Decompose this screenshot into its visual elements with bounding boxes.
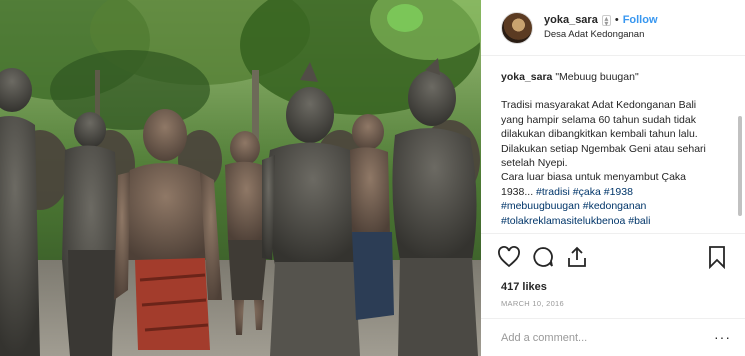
mud-festival-photo (0, 0, 481, 356)
post-date: MARCH 10, 2016 (501, 299, 564, 308)
username-link[interactable]: yoka_sara (544, 14, 598, 28)
comment-button[interactable] (531, 245, 555, 269)
follow-button[interactable]: Follow (623, 14, 658, 28)
likes-count[interactable]: 417 likes (481, 281, 745, 293)
caption-username[interactable]: yoka_sara (501, 71, 552, 83)
post-photo[interactable] (0, 0, 481, 356)
comment-placeholder: Add a comment... (501, 331, 588, 344)
caption-line: Cara luar biasa untuk menyambut Çaka (501, 171, 687, 184)
caption-title: "Mebuug buugan" (555, 71, 639, 83)
post-header-text: yoka_sara ▴ ▾ • Follow Desa Adat Kedongan… (544, 14, 658, 42)
caption-text: 1938... (501, 185, 537, 198)
avatar[interactable] (501, 11, 533, 44)
location-link[interactable]: Desa Adat Kedonganan (544, 29, 658, 41)
caption-title-row: yoka_sara "Mebuug buugan" (501, 70, 735, 84)
caption-line: 1938... #tradisi #çaka #1938 (501, 185, 735, 199)
scrollbar[interactable] (738, 116, 742, 216)
share-icon (568, 246, 586, 267)
caption-line: dilakukan dibangkitkan kembali tahun lal… (501, 128, 698, 141)
bookmark-icon (709, 245, 725, 269)
hashtag-link[interactable]: #mebuugbuugan #kedonganan (501, 199, 735, 213)
post-sidebar: yoka_sara ▴ ▾ • Follow Desa Adat Kedongan… (481, 0, 745, 356)
comment-icon (533, 246, 553, 267)
more-options-icon[interactable]: ··· (714, 330, 731, 344)
like-button[interactable] (497, 245, 521, 269)
comment-input[interactable]: Add a comment... ··· (481, 318, 745, 356)
hashtag-link[interactable]: #tolakreklamasitelukbenoa #bali (501, 214, 735, 228)
save-button[interactable] (705, 245, 729, 269)
hashtag-link[interactable]: #tradisi #çaka #1938 (536, 186, 633, 198)
caption-area: yoka_sara "Mebuug buugan" Tradisi masyar… (481, 56, 745, 233)
caption-line: yang hampir selama 60 tahun sudah tidak (501, 113, 696, 126)
caption-line: Dilakukan setiap Ngembak Geni atau sehar… (501, 142, 706, 155)
switch-icon: ▴ ▾ (601, 15, 611, 28)
separator-dot: • (614, 13, 619, 26)
share-button[interactable] (565, 245, 589, 269)
post-header-row: yoka_sara ▴ ▾ • Follow (544, 14, 658, 28)
caption-line: Tradisi masyarakat Adat Kedonganan Bali (501, 99, 697, 112)
post-header: yoka_sara ▴ ▾ • Follow Desa Adat Kedongan… (481, 0, 745, 56)
action-bar (481, 233, 745, 279)
caption-line: setelah Nyepi. (501, 157, 568, 170)
heart-icon (498, 245, 520, 267)
